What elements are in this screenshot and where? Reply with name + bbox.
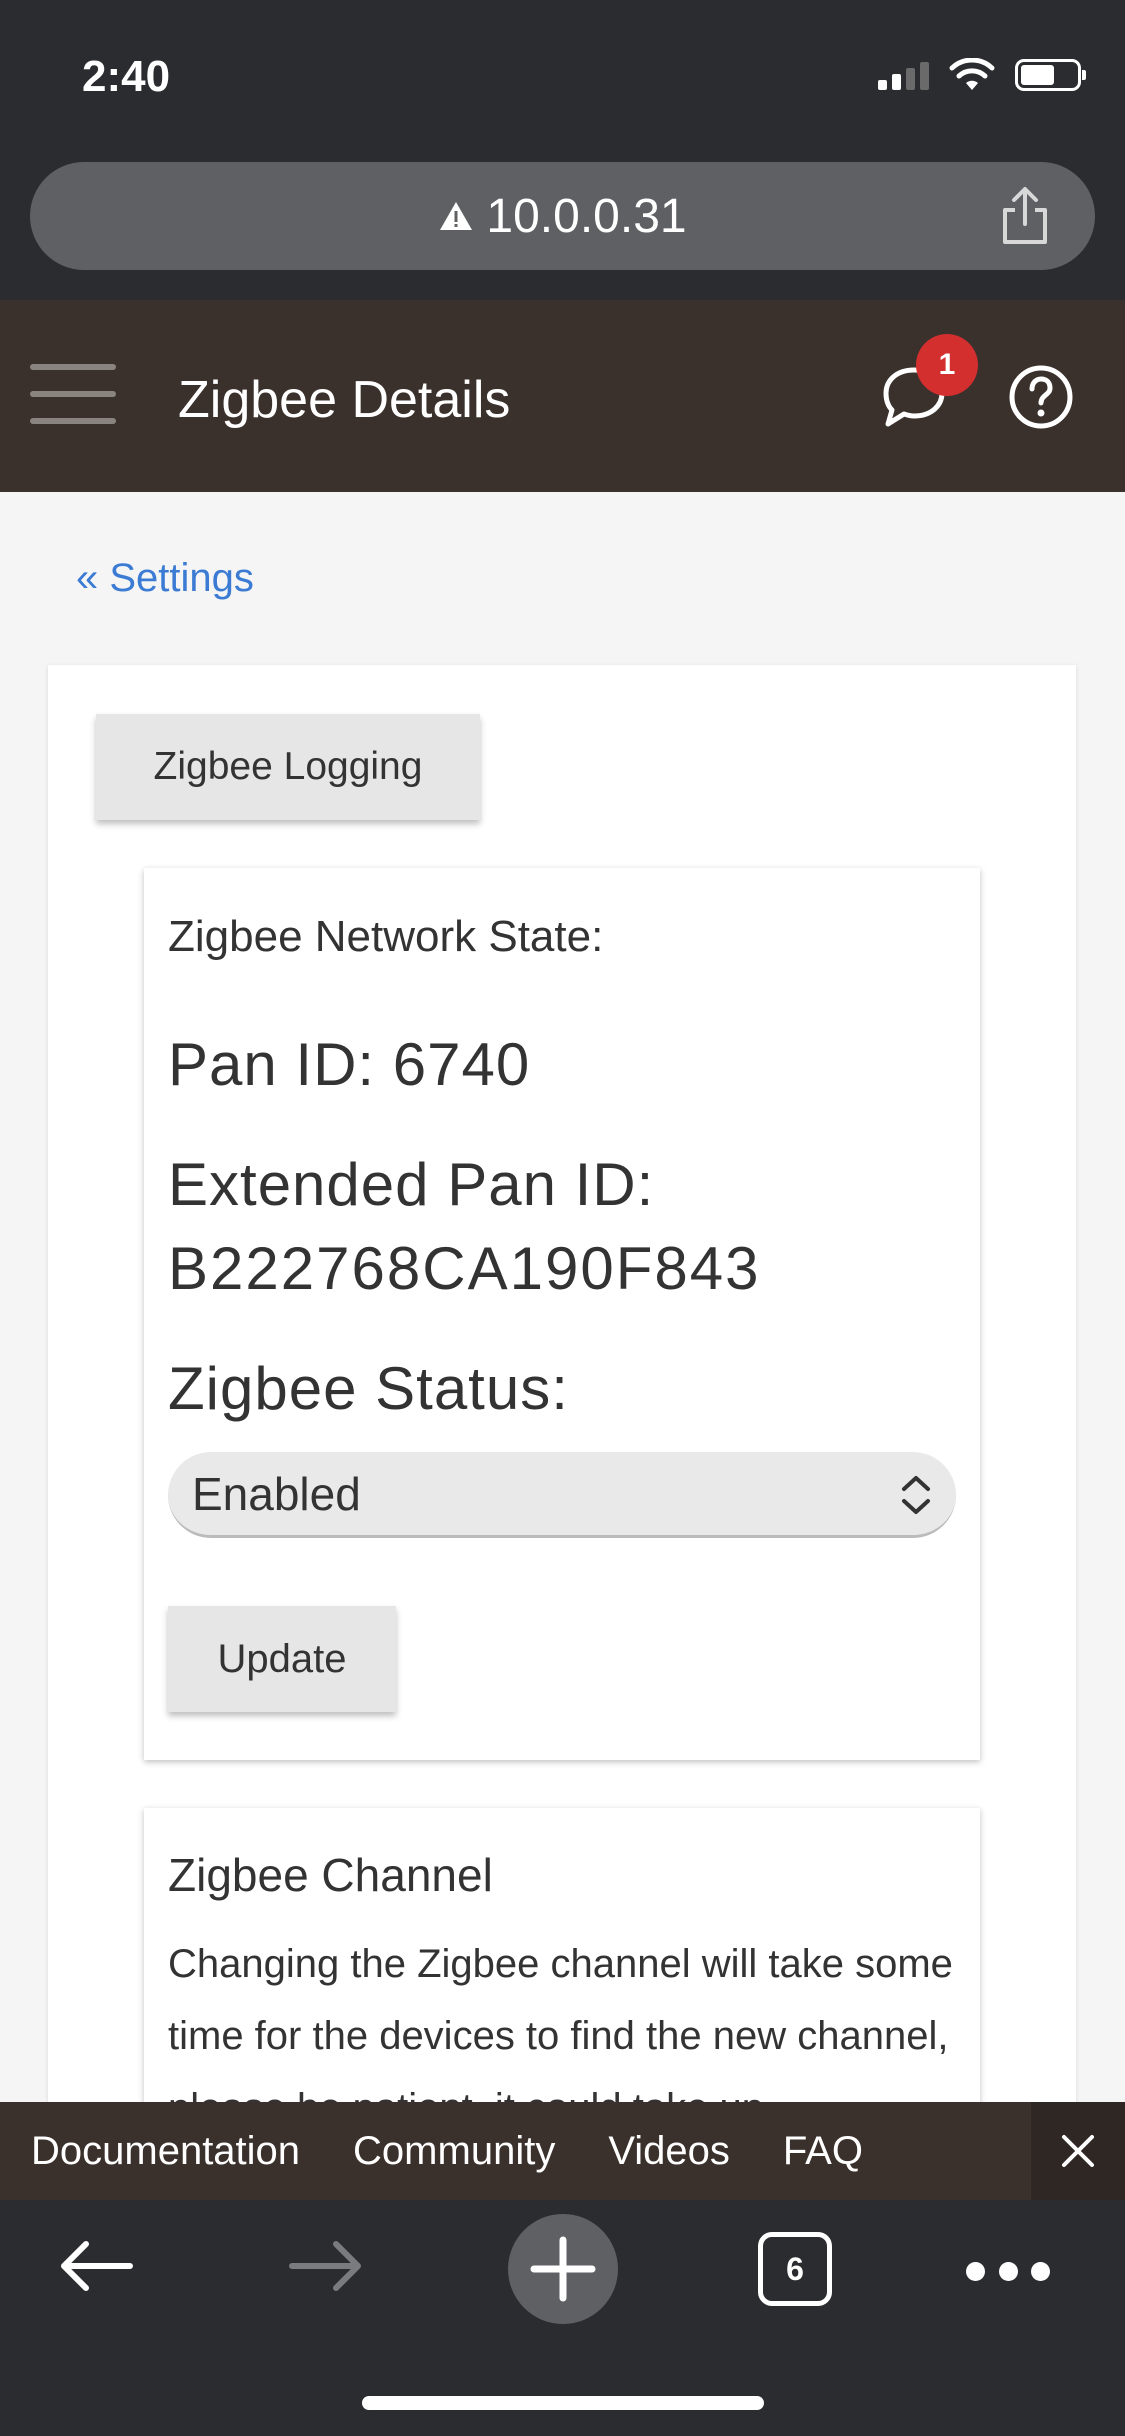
select-chevrons-icon [902, 1476, 930, 1514]
plus-icon [530, 2236, 596, 2302]
network-state-heading: Zigbee Network State: [168, 912, 604, 961]
close-icon [1062, 2135, 1094, 2167]
zigbee-status-select[interactable]: Enabled [168, 1452, 956, 1538]
url-text: 10.0.0.31 [486, 189, 687, 243]
browser-top-chrome: 2:40 10.0.0.31 [0, 0, 1125, 300]
update-button[interactable]: Update [168, 1606, 396, 1712]
extended-pan-id-value: B222768CA190F843 [168, 1235, 761, 1302]
footer-link-bar: Documentation Community Videos FAQ [0, 2102, 1125, 2200]
tabs-count-button[interactable]: 6 [758, 2232, 832, 2306]
close-link-bar-button[interactable] [1031, 2102, 1125, 2200]
status-time: 2:40 [82, 52, 171, 101]
battery-icon [1015, 59, 1086, 91]
new-tab-button[interactable] [508, 2214, 618, 2324]
notification-badge: 1 [916, 334, 978, 396]
zigbee-status-value: Enabled [192, 1467, 361, 1520]
address-bar[interactable]: 10.0.0.31 [30, 162, 1095, 270]
more-options-icon[interactable] [966, 2262, 1050, 2282]
page-title: Zigbee Details [178, 371, 511, 429]
zigbee-channel-title: Zigbee Channel [168, 1849, 493, 1901]
community-link[interactable]: Community [353, 2129, 555, 2174]
status-icons [878, 58, 1086, 92]
cellular-signal-icon [878, 60, 929, 90]
app-header: Zigbee Details [0, 300, 1125, 492]
menu-icon[interactable] [30, 364, 116, 424]
warning-icon [440, 202, 473, 230]
zigbee-logging-button[interactable]: Zigbee Logging [96, 714, 480, 820]
documentation-link[interactable]: Documentation [31, 2129, 300, 2174]
videos-link[interactable]: Videos [608, 2129, 730, 2174]
breadcrumb-settings-link[interactable]: « Settings [76, 556, 254, 601]
pan-id: Pan ID: 6740 [168, 1031, 531, 1098]
extended-pan-id-label: Extended Pan ID: [168, 1151, 655, 1218]
url-display: 10.0.0.31 [438, 189, 687, 244]
home-indicator [362, 2396, 764, 2410]
back-arrow-icon[interactable] [56, 2236, 136, 2296]
zigbee-status-label: Zigbee Status: [168, 1355, 569, 1422]
wifi-icon [949, 58, 995, 90]
share-icon[interactable] [997, 186, 1053, 246]
forward-arrow-icon[interactable] [286, 2236, 366, 2296]
faq-link[interactable]: FAQ [783, 2129, 863, 2174]
help-icon[interactable] [1008, 364, 1074, 430]
